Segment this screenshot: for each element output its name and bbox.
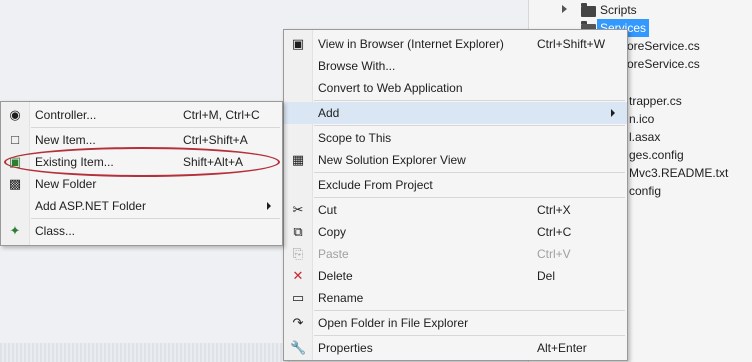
menu-separator [314,197,625,198]
cut-icon: ✂ [292,202,304,217]
browser-icon: ▣ [291,36,305,51]
add-submenu: ◉ Controller... Ctrl+M, Ctrl+C □ New Ite… [0,101,283,246]
copy-icon: ⧉ [293,224,303,239]
menu-item-exclude-from-project[interactable]: Exclude From Project [284,174,627,196]
menu-item-rename[interactable]: ▭ Rename [284,287,627,309]
solution-view-icon: ▦ [291,152,305,167]
menu-item-paste[interactable]: ⎘ Paste Ctrl+V [284,243,627,265]
menu-item-view-in-browser[interactable]: ▣ View in Browser (Internet Explorer) Ct… [284,33,627,55]
expand-arrow-icon[interactable] [562,5,567,13]
submenu-item-controller[interactable]: ◉ Controller... Ctrl+M, Ctrl+C [1,104,282,126]
paste-icon: ⎘ [292,246,304,261]
menu-item-scope-to-this[interactable]: Scope to This [284,127,627,149]
rename-icon: ▭ [291,290,305,305]
submenu-arrow-icon [267,202,271,210]
new-item-icon: □ [11,132,19,147]
menu-item-copy[interactable]: ⧉ Copy Ctrl+C [284,221,627,243]
submenu-item-new-folder[interactable]: ▩ New Folder [1,173,282,195]
menu-item-properties[interactable]: 🔧 Properties Alt+Enter [284,337,627,359]
submenu-item-new-item[interactable]: □ New Item... Ctrl+Shift+A [1,129,282,151]
menu-separator [31,218,280,219]
submenu-item-existing-item[interactable]: ▣ Existing Item... Shift+Alt+A [1,151,282,173]
controller-icon: ◉ [9,107,21,122]
submenu-arrow-icon [611,109,615,117]
menu-item-browse-with[interactable]: Browse With... [284,55,627,77]
menu-separator [314,172,625,173]
new-folder-icon: ▩ [8,176,22,191]
folder-icon [581,3,596,17]
status-strip [0,343,290,362]
context-menu: ▣ View in Browser (Internet Explorer) Ct… [283,29,628,361]
menu-item-delete[interactable]: ✕ Delete Del [284,265,627,287]
menu-separator [314,100,625,101]
open-folder-icon: ↷ [292,315,304,330]
existing-item-icon: ▣ [8,154,22,169]
menu-separator [314,335,625,336]
delete-icon: ✕ [292,268,304,283]
menu-separator [314,310,625,311]
menu-item-open-folder-in-file-explorer[interactable]: ↷ Open Folder in File Explorer [284,312,627,334]
menu-item-new-solution-explorer-view[interactable]: ▦ New Solution Explorer View [284,149,627,171]
submenu-item-class[interactable]: ✦ Class... [1,220,282,242]
wrench-icon: 🔧 [290,340,307,355]
class-icon: ✦ [9,223,21,238]
menu-item-convert-to-web-application[interactable]: Convert to Web Application [284,77,627,99]
menu-separator [31,127,280,128]
submenu-item-add-aspnet-folder[interactable]: Add ASP.NET Folder [1,195,282,217]
menu-item-cut[interactable]: ✂ Cut Ctrl+X [284,199,627,221]
menu-item-add[interactable]: Add [284,102,627,124]
menu-separator [314,125,625,126]
